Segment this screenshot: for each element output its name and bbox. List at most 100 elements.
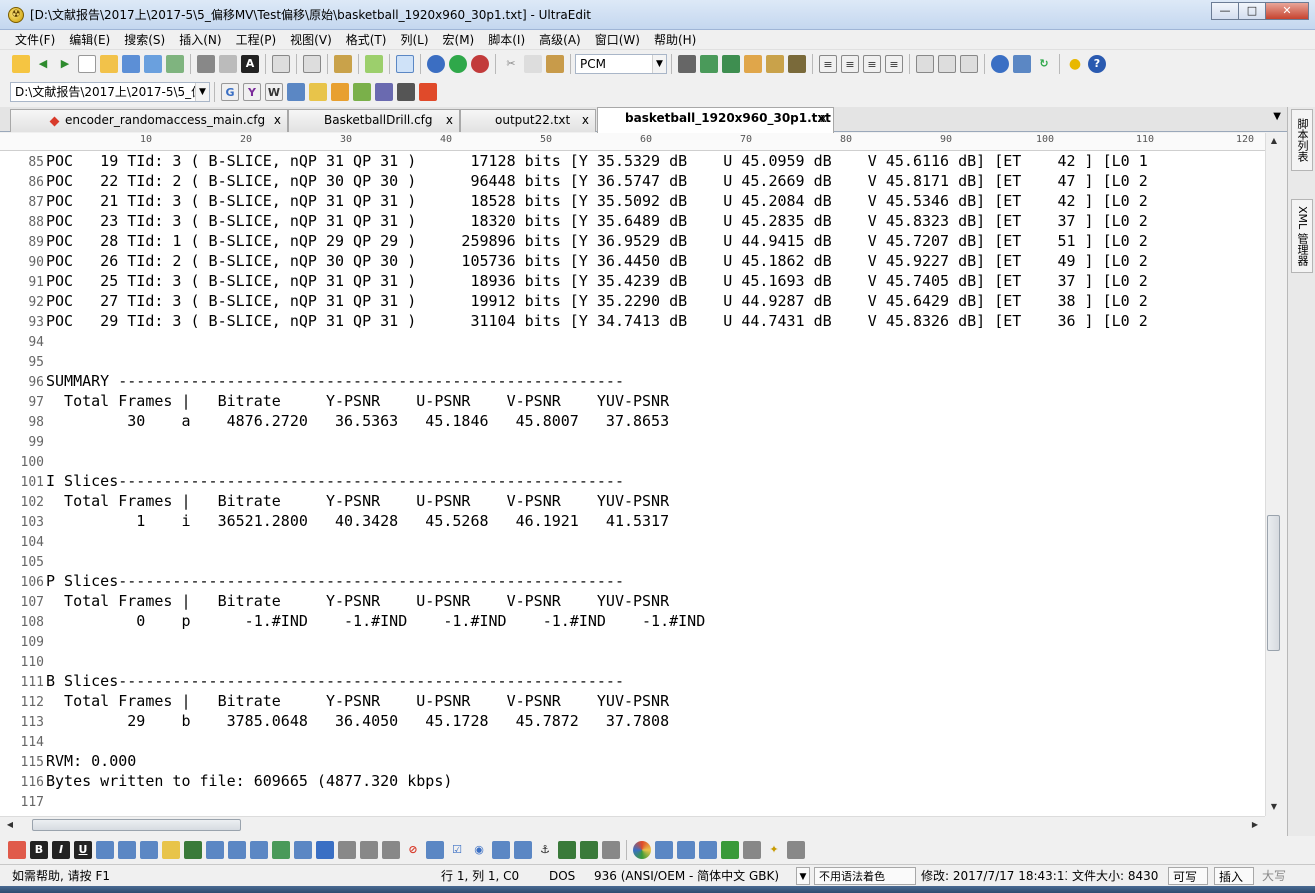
back-arrow-icon[interactable]: ◀: [34, 55, 52, 73]
underline-icon[interactable]: U: [74, 841, 92, 859]
close-tab-icon[interactable]: x: [274, 110, 281, 131]
minimize-button[interactable]: —: [1211, 2, 1239, 20]
forward-arrow-icon[interactable]: ▶: [56, 55, 74, 73]
select-icon[interactable]: [360, 841, 378, 859]
split-vertical-icon[interactable]: [938, 55, 956, 73]
align-html-icon[interactable]: [206, 841, 224, 859]
close-tab-icon[interactable]: x: [446, 110, 453, 131]
path-combo[interactable]: D:\文献报告\2017上\2017-5\5_偏 ▼: [10, 82, 210, 102]
center-html-icon[interactable]: [228, 841, 246, 859]
menu-advanced[interactable]: 高级(A): [532, 30, 588, 50]
editor-line[interactable]: 107 Total Frames | Bitrate Y-PSNR U-PSNR…: [0, 591, 1265, 611]
editor-line[interactable]: 95: [0, 351, 1265, 371]
find-in-files-icon[interactable]: [766, 55, 784, 73]
syntax-combo[interactable]: 不用语法着色: [814, 867, 916, 885]
editor-line[interactable]: 99: [0, 431, 1265, 451]
link-icon[interactable]: [558, 841, 576, 859]
print-preview-icon[interactable]: [219, 55, 237, 73]
italic-icon[interactable]: I: [52, 841, 70, 859]
refresh-icon[interactable]: ↻: [1035, 55, 1053, 73]
preview-icon[interactable]: [655, 841, 673, 859]
editor-line[interactable]: 113 29 b 3785.0648 36.4050 45.1728 45.78…: [0, 711, 1265, 731]
editor-line[interactable]: 109: [0, 631, 1265, 651]
copy-icon[interactable]: [524, 55, 542, 73]
replace-in-files-icon[interactable]: [788, 55, 806, 73]
word-wrap-icon[interactable]: [272, 55, 290, 73]
menu-file[interactable]: 文件(F): [8, 30, 62, 50]
editor-line[interactable]: 114: [0, 731, 1265, 751]
close-tab-icon[interactable]: x: [582, 110, 589, 131]
ftp-icon[interactable]: [1013, 55, 1031, 73]
editor-line[interactable]: 85 POC 19 TId: 3 ( B-SLICE, nQP 31 QP 31 …: [0, 151, 1265, 171]
align-left-icon[interactable]: ≡: [819, 55, 837, 73]
tab-list-chevron-icon[interactable]: ▼: [1273, 111, 1281, 122]
editor-line[interactable]: 96 SUMMARY ------------------------------…: [0, 371, 1265, 391]
horizontal-scrollbar[interactable]: ◀ ▶: [0, 816, 1265, 833]
anchor-icon[interactable]: ⚓: [536, 841, 554, 859]
settings-html-icon[interactable]: [787, 841, 805, 859]
close-tab-icon[interactable]: x: [820, 108, 827, 129]
ultraedit-app-icon[interactable]: ☢: [8, 6, 24, 23]
vertical-scrollbar[interactable]: ▲ ▼: [1265, 133, 1282, 816]
globe-icon[interactable]: [991, 55, 1009, 73]
menu-view[interactable]: 视图(V): [283, 30, 339, 50]
no-icon[interactable]: ⊘: [404, 841, 422, 859]
vertical-scroll-thumb[interactable]: [1267, 515, 1280, 651]
wand-icon[interactable]: ✦: [765, 841, 783, 859]
editor-line[interactable]: 110: [0, 651, 1265, 671]
status-insert-mode[interactable]: 插入: [1214, 867, 1254, 885]
open-project-icon[interactable]: [12, 55, 30, 73]
editor-line[interactable]: 117: [0, 791, 1265, 811]
editor-line[interactable]: 86 POC 22 TId: 2 ( B-SLICE, nQP 30 QP 30 …: [0, 171, 1265, 191]
scroll-up-icon[interactable]: ▲: [1266, 133, 1282, 149]
close-file-icon[interactable]: [166, 55, 184, 73]
align-center-icon[interactable]: ≡: [841, 55, 859, 73]
image-icon[interactable]: [492, 841, 510, 859]
find-prev-icon[interactable]: [722, 55, 740, 73]
editor-line[interactable]: 105: [0, 551, 1265, 571]
hr-icon[interactable]: [382, 841, 400, 859]
comment-icon[interactable]: [602, 841, 620, 859]
menu-format[interactable]: 格式(T): [339, 30, 394, 50]
codepage-chevron-down-icon[interactable]: ▼: [796, 867, 810, 885]
menu-project[interactable]: 工程(P): [229, 30, 284, 50]
open-folder-icon[interactable]: [100, 55, 118, 73]
line-numbers-icon[interactable]: [396, 55, 414, 73]
new-file-icon[interactable]: [78, 55, 96, 73]
windows-icon[interactable]: [419, 83, 437, 101]
replace-icon[interactable]: [744, 55, 762, 73]
editor-line[interactable]: 91 POC 25 TId: 3 ( B-SLICE, nQP 31 QP 31 …: [0, 271, 1265, 291]
dictionary-icon[interactable]: [309, 83, 327, 101]
editor-line[interactable]: 111 B Slices-----------------------------…: [0, 671, 1265, 691]
checkbox-icon[interactable]: ☑: [448, 841, 466, 859]
thesaurus-icon[interactable]: [331, 83, 349, 101]
editor-line[interactable]: 89 POC 28 TId: 1 ( B-SLICE, nQP 29 QP 29 …: [0, 231, 1265, 251]
encoding-combo[interactable]: PCM ▼: [575, 54, 667, 74]
cascade-icon[interactable]: [960, 55, 978, 73]
menu-search[interactable]: 搜索(S): [117, 30, 172, 50]
tab-basketball-txt[interactable]: basketball_1920x960_30p1.txt x: [597, 107, 834, 133]
menu-help[interactable]: 帮助(H): [647, 30, 703, 50]
editor-line[interactable]: 88 POC 23 TId: 3 ( B-SLICE, nQP 31 QP 31 …: [0, 211, 1265, 231]
editor-line[interactable]: 108 0 p -1.#IND -1.#IND -1.#IND -1.#IND …: [0, 611, 1265, 631]
text-editor[interactable]: 85 POC 19 TId: 3 ( B-SLICE, nQP 31 QP 31 …: [0, 151, 1265, 816]
validate-icon[interactable]: [677, 841, 695, 859]
script-list-tab[interactable]: 脚本列表: [1291, 109, 1313, 171]
tip-bulb-icon[interactable]: ●: [1066, 55, 1084, 73]
stop-icon[interactable]: [471, 55, 489, 73]
horizontal-scroll-thumb[interactable]: [32, 819, 241, 831]
find-icon[interactable]: [678, 55, 696, 73]
msdn-icon[interactable]: [287, 83, 305, 101]
ps-icon[interactable]: [353, 83, 371, 101]
email-link-icon[interactable]: [580, 841, 598, 859]
split-horizontal-icon[interactable]: [916, 55, 934, 73]
status-writable[interactable]: 可写: [1168, 867, 1208, 885]
settings-icon[interactable]: [334, 55, 352, 73]
editor-line[interactable]: 97 Total Frames | Bitrate Y-PSNR U-PSNR …: [0, 391, 1265, 411]
radio-icon[interactable]: ◉: [470, 841, 488, 859]
save-icon[interactable]: [122, 55, 140, 73]
editor-line[interactable]: 90 POC 26 TId: 2 ( B-SLICE, nQP 30 QP 30 …: [0, 251, 1265, 271]
input-icon[interactable]: [294, 841, 312, 859]
save-all-icon[interactable]: [144, 55, 162, 73]
editor-line[interactable]: 104: [0, 531, 1265, 551]
